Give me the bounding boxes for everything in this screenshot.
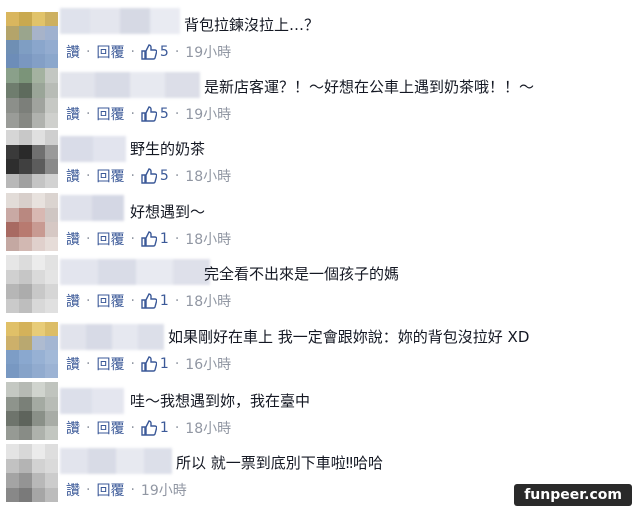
separator-dot: ·: [174, 231, 180, 247]
separator-dot: ·: [174, 356, 180, 372]
like-link[interactable]: 讚: [66, 229, 80, 249]
like-link[interactable]: 讚: [66, 354, 80, 374]
thumbs-up-icon: [141, 420, 157, 436]
commenter-name-blurred[interactable]: [60, 8, 180, 34]
separator-dot: ·: [86, 420, 91, 436]
commenter-name-blurred[interactable]: [60, 259, 210, 285]
avatar[interactable]: [6, 130, 58, 188]
separator-dot: ·: [174, 44, 180, 60]
comment-actions: 讚 · 回覆 · 1 · 18小時: [66, 418, 231, 438]
like-count[interactable]: 5: [141, 168, 169, 184]
commenter-name-blurred[interactable]: [60, 72, 200, 98]
timestamp[interactable]: 16小時: [185, 354, 231, 374]
separator-dot: ·: [86, 293, 91, 309]
comment-actions: 讚 · 回覆 · 1 · 18小時: [66, 291, 231, 311]
separator-dot: ·: [86, 356, 91, 372]
comment-actions: 讚 · 回覆 · 1 · 16小時: [66, 354, 231, 374]
like-link[interactable]: 讚: [66, 166, 80, 186]
reply-link[interactable]: 回覆: [96, 418, 124, 438]
watermark: funpeer.com: [514, 484, 632, 506]
timestamp[interactable]: 19小時: [185, 42, 231, 62]
thumbs-up-icon: [141, 168, 157, 184]
comment-text: 哇～我想遇到妳，我在臺中: [130, 392, 311, 410]
reply-link[interactable]: 回覆: [96, 229, 124, 249]
like-count[interactable]: 5: [141, 106, 169, 122]
commenter-name-blurred[interactable]: [60, 195, 124, 221]
comment-text: 如果剛好在車上 我一定會跟妳說：妳的背包沒拉好 XD: [168, 328, 530, 346]
separator-dot: ·: [86, 44, 91, 60]
like-link[interactable]: 讚: [66, 42, 80, 62]
avatar[interactable]: [6, 12, 58, 68]
timestamp[interactable]: 19小時: [185, 104, 231, 124]
like-count[interactable]: 1: [141, 231, 169, 247]
comment-text: 野生的奶茶: [130, 140, 206, 158]
comment-text: 完全看不出來是一個孩子的媽: [204, 265, 400, 283]
timestamp[interactable]: 18小時: [185, 418, 231, 438]
commenter-name-blurred[interactable]: [60, 388, 124, 414]
separator-dot: ·: [130, 420, 135, 436]
like-count[interactable]: 5: [141, 44, 169, 60]
thumbs-up-icon: [141, 106, 157, 122]
separator-dot: ·: [130, 44, 135, 60]
separator-dot: ·: [130, 231, 135, 247]
comment-actions: 讚 · 回覆 · 5 · 18小時: [66, 166, 231, 186]
comment-text: 好想遇到～: [130, 203, 206, 221]
like-link[interactable]: 讚: [66, 480, 80, 500]
separator-dot: ·: [174, 420, 180, 436]
commenter-name-blurred[interactable]: [60, 136, 126, 162]
separator-dot: ·: [130, 168, 135, 184]
comment-text: 是新店客運？！～好想在公車上遇到奶茶哦！！～: [204, 78, 535, 96]
reply-link[interactable]: 回覆: [96, 291, 124, 311]
thumbs-up-icon: [141, 356, 157, 372]
separator-dot: ·: [130, 106, 135, 122]
like-link[interactable]: 讚: [66, 291, 80, 311]
avatar[interactable]: [6, 382, 58, 440]
comment-actions: 讚 · 回覆 · 19小時: [66, 480, 187, 500]
separator-dot: ·: [130, 293, 135, 309]
commenter-name-blurred[interactable]: [60, 448, 172, 474]
separator-dot: ·: [174, 168, 180, 184]
separator-dot: ·: [86, 168, 91, 184]
timestamp[interactable]: 18小時: [185, 291, 231, 311]
comment-text: 所以 就一票到底別下車啦‼哈哈: [176, 454, 384, 472]
avatar[interactable]: [6, 68, 58, 128]
comment-thread: 背包拉鍊沒拉上…？ 讚 · 回覆 · 5 · 19小時 是新店客運？！～好想在公…: [0, 0, 638, 510]
reply-link[interactable]: 回覆: [96, 166, 124, 186]
timestamp[interactable]: 19小時: [141, 480, 187, 500]
reply-link[interactable]: 回覆: [96, 104, 124, 124]
comment-actions: 讚 · 回覆 · 1 · 18小時: [66, 229, 231, 249]
like-link[interactable]: 讚: [66, 418, 80, 438]
separator-dot: ·: [174, 293, 180, 309]
avatar[interactable]: [6, 444, 58, 502]
comment-actions: 讚 · 回覆 · 5 · 19小時: [66, 42, 231, 62]
timestamp[interactable]: 18小時: [185, 166, 231, 186]
like-link[interactable]: 讚: [66, 104, 80, 124]
separator-dot: ·: [130, 482, 135, 498]
separator-dot: ·: [86, 482, 91, 498]
timestamp[interactable]: 18小時: [185, 229, 231, 249]
separator-dot: ·: [130, 356, 135, 372]
like-count[interactable]: 1: [141, 293, 169, 309]
reply-link[interactable]: 回覆: [96, 42, 124, 62]
comment-text: 背包拉鍊沒拉上…？: [184, 16, 320, 34]
like-count[interactable]: 1: [141, 356, 169, 372]
like-count[interactable]: 1: [141, 420, 169, 436]
avatar[interactable]: [6, 193, 58, 251]
thumbs-up-icon: [141, 231, 157, 247]
separator-dot: ·: [174, 106, 180, 122]
commenter-name-blurred[interactable]: [60, 324, 164, 350]
reply-link[interactable]: 回覆: [96, 354, 124, 374]
avatar[interactable]: [6, 322, 58, 378]
thumbs-up-icon: [141, 44, 157, 60]
separator-dot: ·: [86, 106, 91, 122]
separator-dot: ·: [86, 231, 91, 247]
avatar[interactable]: [6, 255, 58, 313]
comment-actions: 讚 · 回覆 · 5 · 19小時: [66, 104, 231, 124]
reply-link[interactable]: 回覆: [96, 480, 124, 500]
thumbs-up-icon: [141, 293, 157, 309]
